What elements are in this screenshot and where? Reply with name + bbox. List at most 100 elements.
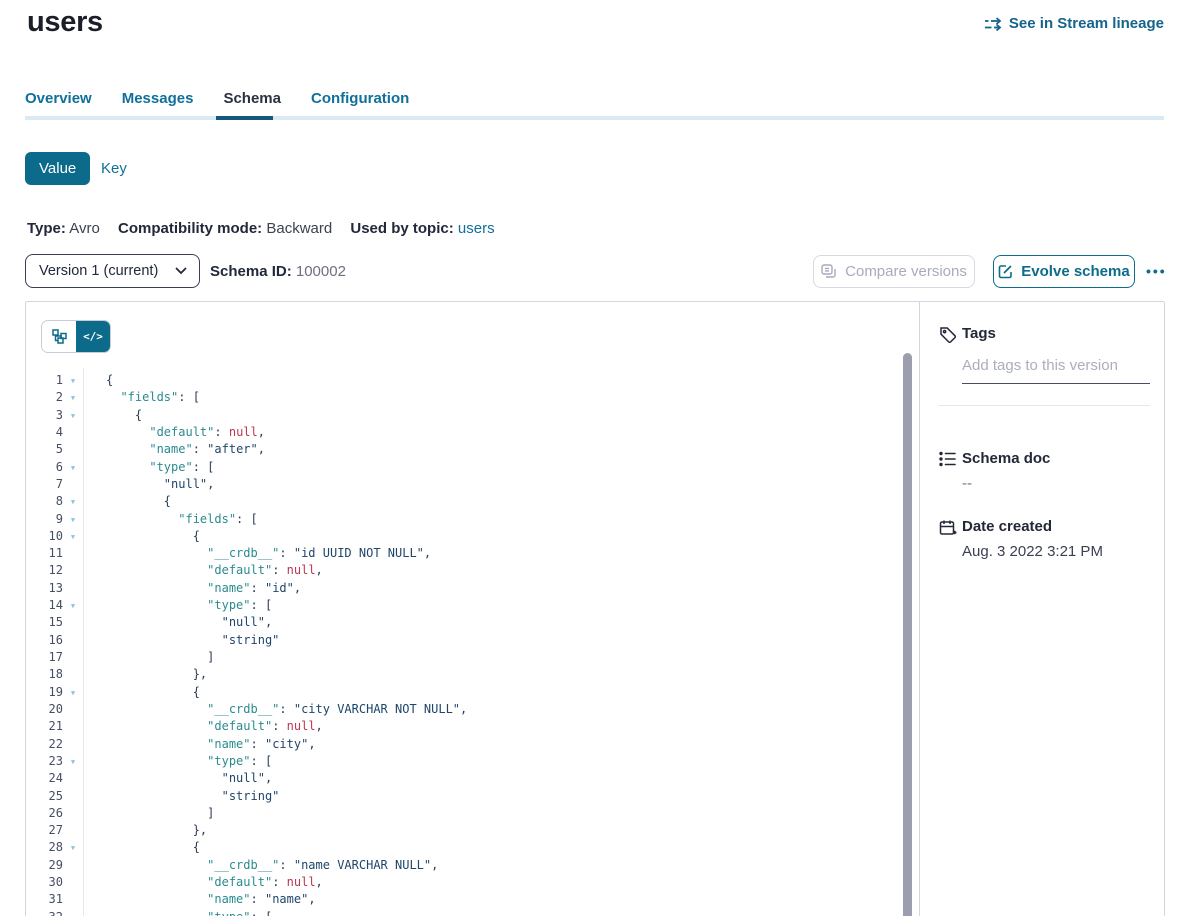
code-text: "default": null, bbox=[83, 719, 323, 733]
version-select-value: Version 1 (current) bbox=[39, 263, 158, 279]
fold-caret-icon[interactable]: ▼ bbox=[63, 460, 83, 477]
code-line: 10▼ { bbox=[26, 528, 896, 545]
schema-id: Schema ID: 100002 bbox=[210, 263, 346, 280]
used-by-topic: Used by topic: users bbox=[350, 220, 494, 237]
code-line: 26 ] bbox=[26, 805, 896, 822]
line-number: 8 bbox=[26, 493, 63, 510]
line-number: 19 bbox=[26, 684, 63, 701]
code-text: { bbox=[83, 840, 200, 854]
line-number: 25 bbox=[26, 788, 63, 805]
page-title: users bbox=[27, 6, 103, 39]
line-number: 32 bbox=[26, 909, 63, 916]
schema-doc-heading: Schema doc bbox=[962, 450, 1050, 467]
code-text: "null", bbox=[83, 477, 214, 491]
compatibility-mode: Compatibility mode: Backward bbox=[118, 220, 332, 237]
code-text: "fields": [ bbox=[83, 390, 200, 404]
compare-versions-label: Compare versions bbox=[845, 263, 967, 280]
line-number: 6 bbox=[26, 459, 63, 476]
evolve-schema-button[interactable]: Evolve schema bbox=[993, 255, 1135, 288]
code-view-icon: </> bbox=[83, 330, 103, 343]
code-line: 25 "string" bbox=[26, 788, 896, 805]
code-line: 15 "null", bbox=[26, 614, 896, 631]
code-text: "default": null, bbox=[83, 875, 323, 889]
line-number: 3 bbox=[26, 407, 63, 424]
compare-versions-button[interactable]: Compare versions bbox=[813, 255, 975, 288]
fold-caret-icon[interactable]: ▼ bbox=[63, 408, 83, 425]
code-line: 20 "__crdb__": "city VARCHAR NOT NULL", bbox=[26, 701, 896, 718]
fold-caret-icon[interactable]: ▼ bbox=[63, 840, 83, 857]
tree-view-toggle[interactable] bbox=[42, 321, 76, 352]
code-view-toggle[interactable]: </> bbox=[76, 321, 110, 352]
code-line: 13 "name": "id", bbox=[26, 580, 896, 597]
tab-overview[interactable]: Overview bbox=[25, 90, 92, 119]
calendar-created-icon bbox=[939, 519, 957, 537]
line-number: 10 bbox=[26, 528, 63, 545]
tab-schema[interactable]: Schema bbox=[223, 90, 281, 119]
evolve-schema-label: Evolve schema bbox=[1021, 263, 1129, 280]
version-select[interactable]: Version 1 (current) bbox=[25, 254, 200, 288]
fold-caret-icon[interactable]: ▼ bbox=[63, 685, 83, 702]
line-number: 26 bbox=[26, 805, 63, 822]
schema-meta-row: Type: Avro Compatibility mode: Backward … bbox=[27, 220, 509, 237]
code-text: ] bbox=[83, 650, 214, 664]
code-text: "__crdb__": "id UUID NOT NULL", bbox=[83, 546, 431, 560]
code-line: 30 "default": null, bbox=[26, 874, 896, 891]
code-line: 23▼ "type": [ bbox=[26, 753, 896, 770]
code-line: 14▼ "type": [ bbox=[26, 597, 896, 614]
code-line: 32▼ "type": [ bbox=[26, 909, 896, 916]
tab-configuration[interactable]: Configuration bbox=[311, 90, 409, 119]
line-number: 30 bbox=[26, 874, 63, 891]
code-text: { bbox=[83, 373, 113, 387]
fold-caret-icon[interactable]: ▼ bbox=[63, 910, 83, 916]
see-in-stream-lineage-link[interactable]: See in Stream lineage bbox=[985, 15, 1164, 32]
code-text: }, bbox=[83, 823, 207, 837]
code-line: 12 "default": null, bbox=[26, 562, 896, 579]
tags-heading: Tags bbox=[962, 325, 996, 342]
code-line: 2▼ "fields": [ bbox=[26, 389, 896, 406]
code-line: 5 "name": "after", bbox=[26, 441, 896, 458]
schema-doc-icon bbox=[939, 451, 957, 469]
code-line: 21 "default": null, bbox=[26, 718, 896, 735]
fold-caret-icon[interactable]: ▼ bbox=[63, 598, 83, 615]
edit-schema-icon bbox=[998, 264, 1013, 279]
fold-caret-icon[interactable]: ▼ bbox=[63, 390, 83, 407]
schema-page: users See in Stream lineage Overview Mes… bbox=[0, 0, 1189, 916]
fold-caret-icon[interactable]: ▼ bbox=[63, 373, 83, 390]
code-scrollbar-thumb[interactable] bbox=[903, 353, 912, 916]
active-tab-underline bbox=[216, 116, 273, 120]
code-line: 24 "null", bbox=[26, 770, 896, 787]
more-actions-button[interactable]: ••• bbox=[1146, 254, 1174, 287]
line-number: 4 bbox=[26, 424, 63, 441]
schema-code-panel: </> 1▼{2▼ "fields": [3▼ {4 "default": nu… bbox=[26, 302, 919, 916]
fold-caret-icon[interactable]: ▼ bbox=[63, 754, 83, 771]
tab-messages[interactable]: Messages bbox=[122, 90, 194, 119]
code-text: "type": [ bbox=[83, 754, 272, 768]
code-text: "default": null, bbox=[83, 425, 265, 439]
key-toggle-button[interactable]: Key bbox=[101, 160, 127, 177]
chevron-down-icon bbox=[175, 267, 187, 275]
line-number: 18 bbox=[26, 666, 63, 683]
line-number: 22 bbox=[26, 736, 63, 753]
fold-caret-icon[interactable]: ▼ bbox=[63, 529, 83, 546]
compare-versions-icon bbox=[821, 264, 837, 279]
code-line: 22 "name": "city", bbox=[26, 736, 896, 753]
topic-link[interactable]: users bbox=[458, 220, 495, 237]
tab-underline-track bbox=[25, 116, 1164, 120]
line-number: 29 bbox=[26, 857, 63, 874]
code-line: 17 ] bbox=[26, 649, 896, 666]
code-line: 6▼ "type": [ bbox=[26, 459, 896, 476]
value-toggle-button[interactable]: Value bbox=[25, 152, 90, 185]
tag-icon bbox=[939, 326, 957, 344]
schema-type: Type: Avro bbox=[27, 220, 100, 237]
fold-caret-icon[interactable]: ▼ bbox=[63, 494, 83, 511]
code-text: { bbox=[83, 529, 200, 543]
line-number: 23 bbox=[26, 753, 63, 770]
code-text: { bbox=[83, 494, 171, 508]
fold-caret-icon[interactable]: ▼ bbox=[63, 512, 83, 529]
code-text: "type": [ bbox=[83, 910, 272, 916]
add-tags-input[interactable] bbox=[962, 357, 1150, 384]
code-line: 1▼{ bbox=[26, 372, 896, 389]
code-text: "type": [ bbox=[83, 598, 272, 612]
code-line: 28▼ { bbox=[26, 839, 896, 856]
code-line: 3▼ { bbox=[26, 407, 896, 424]
